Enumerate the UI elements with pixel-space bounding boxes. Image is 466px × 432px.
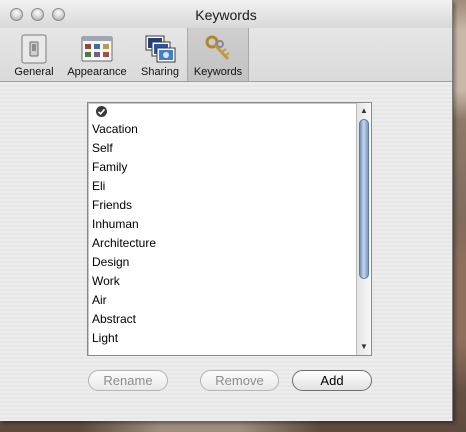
keys-icon bbox=[205, 35, 230, 61]
tab-general[interactable]: General bbox=[6, 28, 62, 81]
shared-photos-icon bbox=[145, 35, 176, 63]
light-switch-icon bbox=[21, 34, 47, 64]
list-item[interactable]: Vacation bbox=[92, 120, 138, 139]
list-item[interactable]: Work bbox=[92, 272, 120, 291]
list-item[interactable]: Self bbox=[92, 139, 113, 158]
keywords-list[interactable]: Vacation Self Family Eli Friends Inhuman… bbox=[87, 102, 372, 356]
checkmark-icon bbox=[96, 106, 107, 117]
list-item[interactable]: Inhuman bbox=[92, 215, 139, 234]
add-button[interactable]: Add bbox=[292, 370, 372, 391]
keywords-preferences-window: Keywords General Appearance Sharing Keyw… bbox=[0, 0, 453, 421]
list-item[interactable]: Family bbox=[92, 158, 127, 177]
remove-button[interactable]: Remove bbox=[200, 370, 279, 391]
keywords-panel: Vacation Self Family Eli Friends Inhuman… bbox=[0, 83, 452, 421]
window-title: Keywords bbox=[195, 7, 257, 23]
tab-sharing[interactable]: Sharing bbox=[134, 28, 186, 81]
keywords-list-scrollbar[interactable]: ▲ ▼ bbox=[356, 103, 371, 355]
rename-button[interactable]: Rename bbox=[88, 370, 168, 391]
tab-keywords-label: Keywords bbox=[193, 66, 243, 78]
tab-keywords[interactable]: Keywords bbox=[187, 28, 249, 81]
preferences-toolbar: General Appearance Sharing Keywords bbox=[0, 28, 452, 82]
tab-appearance[interactable]: Appearance bbox=[63, 28, 131, 81]
tab-sharing-label: Sharing bbox=[141, 66, 179, 78]
appearance-panel-icon bbox=[81, 36, 113, 62]
scroll-down-arrow-icon[interactable]: ▼ bbox=[357, 340, 371, 354]
tab-general-label: General bbox=[14, 66, 54, 78]
title-bar[interactable]: Keywords bbox=[0, 0, 452, 28]
list-item[interactable]: Eli bbox=[92, 177, 105, 196]
list-item[interactable]: Design bbox=[92, 253, 129, 272]
tab-appearance-label: Appearance bbox=[67, 66, 127, 78]
list-item[interactable]: Air bbox=[92, 291, 107, 310]
list-item[interactable]: Light bbox=[92, 329, 118, 348]
list-item[interactable]: Architecture bbox=[92, 234, 156, 253]
list-item[interactable]: Abstract bbox=[92, 310, 136, 329]
list-item[interactable]: Friends bbox=[92, 196, 132, 215]
scroll-up-arrow-icon[interactable]: ▲ bbox=[357, 104, 371, 118]
scroll-thumb[interactable] bbox=[359, 119, 369, 279]
